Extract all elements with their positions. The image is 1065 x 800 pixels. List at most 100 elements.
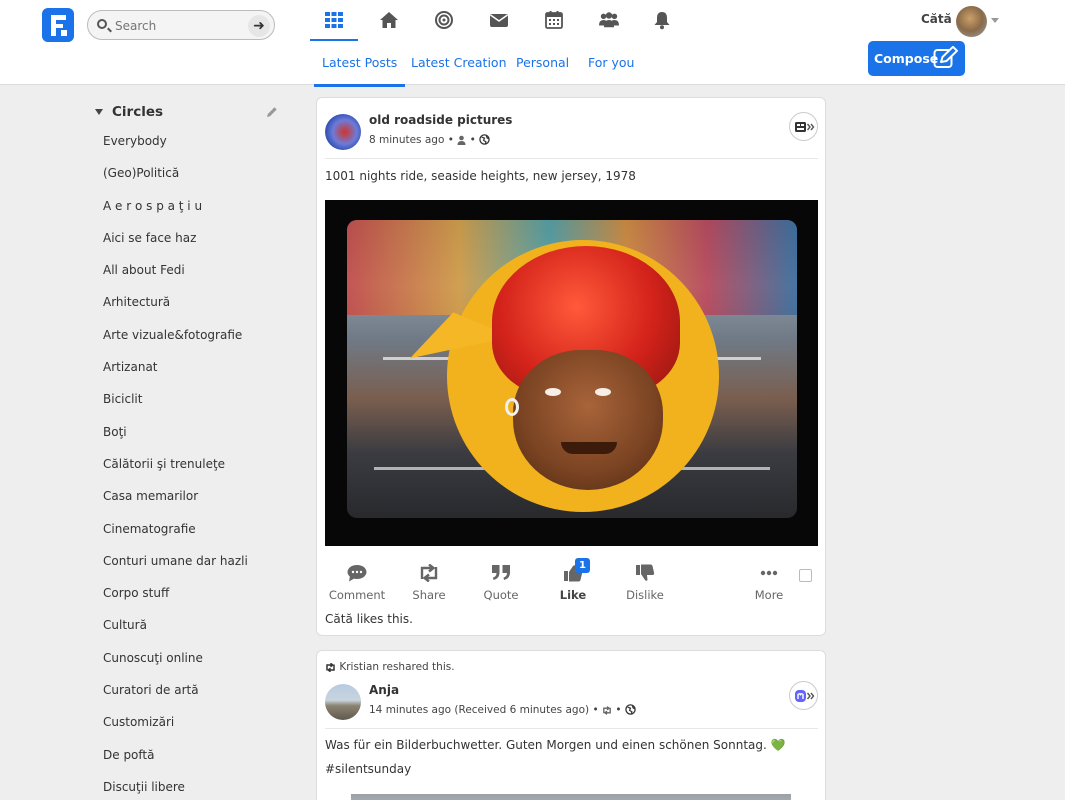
meta-separator: • — [447, 134, 454, 146]
post-card: Kristian reshared this. Anja 14 minutes … — [316, 650, 826, 800]
comment-label: Comment — [328, 588, 386, 602]
meta-separator: • — [615, 704, 622, 716]
post-body-text: 1001 nights ride, seaside heights, new j… — [325, 169, 636, 183]
circle-item[interactable]: Casa memarilor — [103, 486, 288, 518]
circles-title: Circles — [112, 104, 164, 120]
calendar-icon[interactable] — [530, 10, 578, 32]
author-avatar[interactable] — [325, 684, 361, 720]
dislike-button[interactable]: Dislike — [615, 560, 675, 602]
tab-latest-creation[interactable]: Latest Creation — [411, 55, 507, 70]
green-heart-emoji: 💚 — [770, 738, 786, 752]
pencil-icon[interactable] — [266, 106, 278, 118]
meta-separator: • — [592, 704, 599, 716]
target-icon[interactable] — [420, 10, 468, 32]
like-count-badge: 1 — [575, 558, 590, 573]
quote-icon — [492, 565, 510, 580]
circle-item[interactable]: Arte vizuale&fotografie — [103, 325, 288, 357]
user-menu-caret-icon[interactable] — [991, 18, 999, 23]
circle-item[interactable]: Cultură — [103, 615, 288, 647]
search-box: ➜ — [87, 10, 275, 40]
meta-separator: • — [469, 134, 476, 146]
post-body-text: Was für ein Bilderbuchwetter. Guten Morg… — [325, 738, 786, 752]
header-divider — [325, 728, 818, 729]
users-icon[interactable] — [585, 10, 633, 32]
circle-item[interactable]: Corpo stuff — [103, 583, 288, 615]
thumbs-down-icon — [636, 564, 655, 581]
header-divider — [325, 158, 818, 159]
circles-header[interactable]: Circles — [95, 104, 280, 122]
circle-item[interactable]: Discuţii libere — [103, 777, 288, 800]
retweet-icon — [420, 564, 438, 582]
mastodon-icon[interactable] — [789, 681, 818, 710]
select-post-checkbox[interactable] — [799, 569, 812, 582]
collapse-triangle-icon[interactable] — [95, 109, 103, 115]
search-input[interactable] — [115, 16, 245, 36]
share-button[interactable]: Share — [399, 560, 459, 602]
reshared-by[interactable]: Kristian — [339, 661, 379, 673]
tab-for-you[interactable]: For you — [588, 55, 634, 70]
author-avatar[interactable] — [325, 114, 361, 150]
circle-item[interactable]: Boţi — [103, 422, 288, 454]
dislike-label: Dislike — [626, 588, 664, 602]
comment-button[interactable]: Comment — [327, 560, 387, 602]
more-dots-icon — [760, 570, 778, 576]
post-meta: 8 minutes ago • • — [369, 134, 490, 146]
circles-list: Everybody (Geo)Politică A e r o s p a ţ … — [103, 131, 288, 800]
circle-item[interactable]: A e r o s p a ţ i u — [103, 196, 288, 228]
compose-label: Compose — [874, 51, 939, 66]
network-grid-icon[interactable] — [310, 10, 358, 41]
post-time[interactable]: 8 minutes ago — [369, 134, 444, 146]
retweet-icon — [326, 662, 335, 673]
user-icon — [457, 135, 466, 145]
circle-item[interactable]: Arhitectură — [103, 292, 288, 324]
likes-summary[interactable]: Cătă likes this. — [325, 612, 413, 626]
more-label: More — [754, 588, 784, 602]
friendica-logo-icon[interactable] — [42, 8, 74, 42]
user-avatar[interactable] — [956, 6, 987, 37]
post-actions: Comment Share Quote 1 Like Dislike More — [325, 558, 818, 608]
author-name[interactable]: old roadside pictures — [369, 113, 512, 127]
edit-icon — [933, 46, 958, 68]
more-button[interactable]: More — [739, 560, 799, 602]
circle-item[interactable]: Everybody — [103, 131, 288, 163]
like-button[interactable]: 1 Like — [543, 558, 603, 602]
tab-personal[interactable]: Personal — [516, 55, 569, 70]
post-time[interactable]: 14 minutes ago (Received 6 minutes ago) — [369, 704, 589, 716]
circle-item[interactable]: Customizări — [103, 712, 288, 744]
share-label: Share — [412, 588, 446, 602]
user-name[interactable]: Cătă — [921, 12, 952, 26]
envelope-icon[interactable] — [475, 10, 523, 32]
circle-item[interactable]: Biciclit — [103, 389, 288, 421]
globe-icon — [479, 134, 490, 145]
globe-icon — [625, 704, 636, 715]
comment-icon — [347, 565, 367, 582]
circle-item[interactable]: De poftă — [103, 745, 288, 777]
circle-item[interactable]: (Geo)Politică — [103, 163, 288, 195]
author-name[interactable]: Anja — [369, 683, 399, 697]
circle-item[interactable]: Artizanat — [103, 357, 288, 389]
circle-item[interactable]: Aici se face haz — [103, 228, 288, 260]
post-text: Was für ein Bilderbuchwetter. Guten Morg… — [325, 738, 767, 752]
bell-icon[interactable] — [638, 10, 686, 32]
circle-item[interactable]: Curatori de artă — [103, 680, 288, 712]
quote-button[interactable]: Quote — [471, 560, 531, 602]
tab-latest-posts[interactable]: Latest Posts — [313, 55, 406, 87]
circle-item[interactable]: Conturi umane dar hazli — [103, 551, 288, 583]
reshare-line: Kristian reshared this. — [325, 661, 455, 673]
top-navigation-bar: ➜ Latest Posts Latest Creation Personal … — [0, 0, 1065, 87]
search-submit-arrow-icon[interactable]: ➜ — [248, 15, 270, 37]
reshare-suffix: reshared this. — [382, 661, 455, 673]
quote-label: Quote — [483, 588, 519, 602]
retweet-icon — [603, 706, 611, 715]
feed-network-icon[interactable] — [789, 112, 818, 141]
post-image[interactable] — [351, 794, 791, 800]
search-icon — [97, 19, 107, 29]
home-icon[interactable] — [365, 10, 413, 32]
circle-item[interactable]: Călătorii şi trenuleţe — [103, 454, 288, 486]
hashtag-link[interactable]: #silentsunday — [325, 762, 411, 776]
compose-button[interactable]: Compose — [868, 41, 965, 76]
circle-item[interactable]: Cinematografie — [103, 519, 288, 551]
post-image[interactable] — [325, 200, 818, 546]
circle-item[interactable]: All about Fedi — [103, 260, 288, 292]
circle-item[interactable]: Cunoscuţi online — [103, 648, 288, 680]
